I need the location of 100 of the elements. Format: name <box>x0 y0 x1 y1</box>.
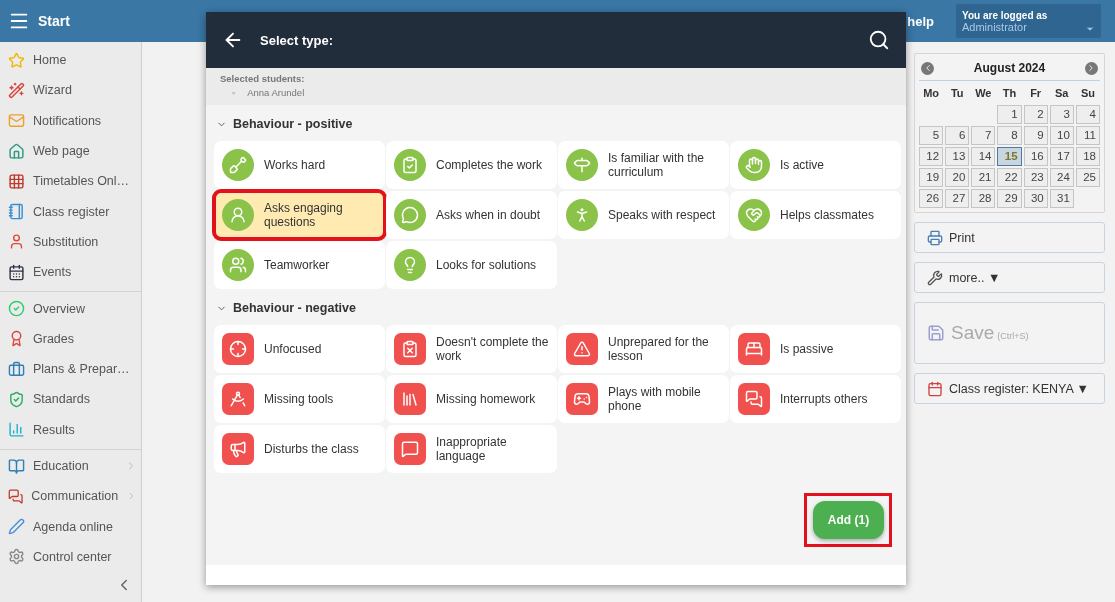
sidebar-item[interactable]: Class register <box>0 196 141 227</box>
calendar-day[interactable]: 24 <box>1049 168 1074 187</box>
behaviour-tile[interactable]: Speaks with respect <box>558 191 729 239</box>
sidebar-item[interactable]: Substitution <box>0 226 141 258</box>
calendar-day[interactable]: 23 <box>1023 168 1048 187</box>
sidebar-item[interactable]: Overview <box>0 293 141 324</box>
previous-month-icon[interactable] <box>921 61 934 75</box>
calendar-icon <box>927 380 943 397</box>
calendar-day[interactable]: 10 <box>1049 126 1074 145</box>
calendar-day[interactable]: 11 <box>1075 126 1100 145</box>
calendar-day[interactable]: 28 <box>971 189 996 208</box>
behaviour-tile[interactable]: Completes the work <box>386 141 557 189</box>
calendar-day[interactable]: 20 <box>945 168 970 187</box>
calendar-day[interactable]: 17 <box>1049 147 1074 166</box>
behaviour-tile[interactable]: Is active <box>730 141 901 189</box>
calendar-icon <box>8 263 25 281</box>
behaviour-tile[interactable]: Helps classmates <box>730 191 901 239</box>
section-header[interactable]: Behaviour - positive <box>214 105 898 141</box>
sidebar-item[interactable]: Results <box>0 414 141 445</box>
house-icon <box>8 142 25 160</box>
sidebar-item[interactable]: Home <box>0 45 141 76</box>
behaviour-tile[interactable]: Asks engaging questions <box>214 191 385 239</box>
calendar-day[interactable]: 6 <box>945 126 970 145</box>
calendar-day[interactable]: 18 <box>1075 147 1100 166</box>
calendar-day[interactable]: 5 <box>919 126 944 145</box>
section-header[interactable]: Behaviour - negative <box>214 289 898 325</box>
behaviour-tile[interactable]: Works hard <box>214 141 385 189</box>
sidebar-item[interactable]: Notifications <box>0 105 141 136</box>
calendar-day[interactable]: 14 <box>971 147 996 166</box>
weekday-label: Mo <box>922 86 940 101</box>
shovel-icon <box>222 149 254 181</box>
check-icon <box>8 300 25 317</box>
behaviour-tile[interactable]: Missing tools <box>214 375 385 423</box>
person-icon <box>222 199 254 231</box>
raised-hand-icon <box>738 149 770 181</box>
calendar-day[interactable]: 16 <box>1023 147 1048 166</box>
sidebar-item-label: Plans & Prepar… <box>33 362 131 377</box>
calendar-day[interactable]: 9 <box>1023 126 1048 145</box>
calendar-day[interactable]: 1 <box>997 105 1022 124</box>
calendar-day[interactable]: 7 <box>971 126 996 145</box>
calendar-day[interactable]: 26 <box>919 189 944 208</box>
calendar-day[interactable]: 31 <box>1049 189 1074 208</box>
book-icon <box>8 457 25 475</box>
calendar-day[interactable]: 13 <box>945 147 970 166</box>
sidebar-item[interactable]: Timetables Onl… <box>0 166 141 197</box>
selected-students-label: Selected students: <box>220 73 306 84</box>
wand-icon <box>8 81 25 99</box>
sidebar-item[interactable]: Agenda online <box>0 511 141 542</box>
sidebar-item-label: Wizard <box>33 83 73 98</box>
behaviour-tile[interactable]: Interrupts others <box>730 375 901 423</box>
sidebar-item-label: Events <box>33 265 73 280</box>
register-button[interactable]: Class register: KENYA ▼ <box>914 373 1105 404</box>
sidebar-item[interactable]: Wizard <box>0 75 141 106</box>
calendar-day[interactable]: 3 <box>1049 105 1074 124</box>
lightbulb-icon <box>394 249 426 281</box>
sidebar-item-label: Home <box>33 53 68 68</box>
next-month-icon[interactable] <box>1085 61 1098 75</box>
behaviour-tile[interactable]: Unprepared for the lesson <box>558 325 729 373</box>
sidebar-item-label: Substitution <box>33 234 100 249</box>
calendar-day[interactable]: 19 <box>919 168 944 187</box>
more-button[interactable]: more.. ▼ <box>914 262 1105 293</box>
behaviour-tile[interactable]: Doesn't complete the work <box>386 325 557 373</box>
sidebar-item[interactable]: Education <box>0 450 141 482</box>
sidebar-item[interactable]: Standards <box>0 384 141 415</box>
search-button[interactable] <box>868 29 890 51</box>
behaviour-tile[interactable]: Inappropriate language <box>386 425 557 473</box>
behaviour-tile[interactable]: Asks when in doubt <box>386 191 557 239</box>
warning-icon <box>566 333 598 365</box>
behaviour-tile[interactable]: Is passive <box>730 325 901 373</box>
behaviour-tile[interactable]: Plays with mobile phone <box>558 375 729 423</box>
calendar-day[interactable]: 25 <box>1075 168 1100 187</box>
calendar-day[interactable]: 22 <box>997 168 1022 187</box>
calendar-day[interactable]: 2 <box>1023 105 1048 124</box>
calendar-day[interactable]: 29 <box>997 189 1022 208</box>
sidebar-item-label: Grades <box>33 331 75 346</box>
help-link[interactable]: help <box>907 13 934 29</box>
calendar-day[interactable]: 8 <box>997 126 1022 145</box>
crosshair-icon <box>222 333 254 365</box>
bar-chart-icon <box>8 421 25 439</box>
print-button[interactable]: Print <box>914 222 1105 253</box>
behaviour-tile[interactable]: Is familiar with the curriculum <box>558 141 729 189</box>
calendar-day[interactable]: 12 <box>919 147 944 166</box>
sidebar-item[interactable]: Grades <box>0 323 141 354</box>
sidebar-item[interactable]: Plans & Prepar… <box>0 353 141 385</box>
calendar-day[interactable]: 21 <box>971 168 996 187</box>
calendar-day[interactable]: 4 <box>1075 105 1100 124</box>
sidebar-item[interactable]: Communication <box>0 481 141 512</box>
calendar-day[interactable]: 27 <box>945 189 970 208</box>
sidebar-item[interactable]: Web page <box>0 135 141 167</box>
user-menu[interactable]: You are logged as Administrator <box>956 4 1101 38</box>
calendar-day[interactable]: 30 <box>1023 189 1048 208</box>
weekday-label: Sa <box>1054 86 1070 101</box>
behaviour-tile[interactable]: Looks for solutions <box>386 241 557 289</box>
behaviour-tile[interactable]: Unfocused <box>214 325 385 373</box>
calendar-month: August 2024 <box>973 61 1046 75</box>
sidebar-item[interactable]: Events <box>0 257 141 288</box>
behaviour-tile[interactable]: Missing homework <box>386 375 557 423</box>
behaviour-tile[interactable]: Disturbs the class <box>214 425 385 473</box>
behaviour-tile[interactable]: Teamworker <box>214 241 385 289</box>
sidebar-item[interactable]: Control center <box>0 541 141 573</box>
